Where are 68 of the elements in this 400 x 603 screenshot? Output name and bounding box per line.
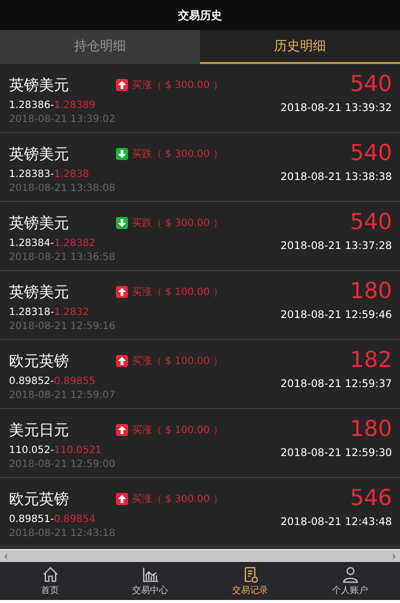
user-icon [342,566,358,582]
close-time: 2018-08-21 13:38:38 [280,171,392,183]
close-time: 2018-08-21 12:59:37 [280,378,392,390]
open-time: 2018-08-21 12:59:00 [9,459,116,470]
trade-row[interactable]: 英镑美元 买跌（ $ 300.00 ） 1.28384-1.28382 2018-08-21 13:36:58 540 2018-08-21 13:37:28 [0,202,400,271]
currency-pair: 欧元英镑 [9,490,70,508]
trade-row[interactable]: 美元日元 买涨（ $ 100.00 ） 110.052-110.0521 2018-08-21 12:59:00 180 2018-08-21 12:59:30 [0,409,400,478]
trade-type: 买涨（ $ 100.00 ） [132,354,223,368]
profit-amount: 540 [350,210,392,235]
trade-type: 买跌（ $ 300.00 ） [132,148,223,161]
trade-row[interactable]: 欧元英镑 买涨（ $ 300.00 ） 0.89851-0.89854 2018-08-21 12:43:18 546 2018-08-21 12:43:48 [0,478,400,547]
trade-type: 买涨（ $ 300.00 ） [132,78,223,92]
price-range: 1.28383-1.2838 [9,169,90,180]
scroll-right-icon[interactable] [392,552,397,560]
scroll-left-icon[interactable] [3,552,8,560]
nav-item[interactable]: 交易中心 [100,562,200,600]
open-time: 2018-08-21 12:59:07 [9,390,116,401]
trade-row[interactable]: 英镑美元 买涨（ $ 100.00 ） 1.28318-1.2832 2018-08-21 12:59:16 180 2018-08-21 12:59:46 [0,271,400,340]
trade-row[interactable]: 欧元英镑 买涨（ $ 100.00 ） 0.89852-0.89855 2018-08-21 12:59:07 182 2018-08-21 12:59:37 [0,340,400,409]
up-arrow-icon [116,355,128,367]
open-time: 2018-08-21 13:36:58 [9,252,116,263]
profit-amount: 180 [350,417,392,442]
trade-type: 买涨（ $ 300.00 ） [132,492,223,506]
currency-pair: 英镑美元 [9,76,70,94]
close-time: 2018-08-21 12:59:30 [280,447,392,459]
trade-type: 买涨（ $ 100.00 ） [132,286,223,299]
nav-item[interactable]: 首页 [0,562,100,600]
profit-amount: 540 [350,72,392,97]
open-time: 2018-08-21 12:59:16 [9,321,116,332]
scrollbar[interactable] [0,549,400,562]
price-range: 1.28318-1.2832 [9,307,90,318]
currency-pair: 欧元英镑 [9,352,70,370]
close-time: 2018-08-21 12:43:48 [280,516,392,528]
open-time: 2018-08-21 13:38:08 [9,183,116,194]
page-title: 交易历史 [178,8,222,22]
currency-pair: 英镑美元 [9,282,70,302]
profit-amount: 182 [350,348,392,373]
nav-item[interactable]: 交易记录 [200,562,300,600]
close-time: 2018-08-21 12:59:46 [280,309,392,321]
trade-type: 买跌（ $ 300.00 ） [132,216,223,230]
chart-icon [142,566,158,582]
trade-type: 买涨（ $ 100.00 ） [132,424,223,437]
close-time: 2018-08-21 13:37:28 [280,240,392,252]
profit-amount: 540 [350,141,392,166]
up-arrow-icon [116,286,128,298]
nav-item[interactable]: 个人账户 [300,562,400,600]
open-time: 2018-08-21 12:43:18 [9,528,116,539]
currency-pair: 英镑美元 [9,144,70,164]
price-range: 1.28384-1.28382 [9,238,96,249]
up-arrow-icon [116,424,128,436]
price-range: 0.89852-0.89855 [9,376,96,387]
profit-amount: 180 [350,279,392,304]
home-icon [42,566,58,582]
price-range: 110.052-110.0521 [9,445,103,456]
down-arrow-icon [116,148,128,160]
trade-row[interactable]: 英镑美元 买跌（ $ 300.00 ） 1.28383-1.2838 2018-08-21 13:38:08 540 2018-08-21 13:38:38 [0,133,400,202]
trade-row[interactable]: 英镑美元 买涨（ $ 300.00 ） 1.28386-1.28389 2018-08-21 13:39:02 540 2018-08-21 13:39:32 [0,64,400,133]
close-time: 2018-08-21 13:39:32 [280,102,392,114]
up-arrow-icon [116,79,128,91]
price-range: 0.89851-0.89854 [9,514,96,525]
open-time: 2018-08-21 13:39:02 [9,114,116,125]
price-range: 1.28386-1.28389 [9,100,96,111]
currency-pair: 美元日元 [9,420,70,440]
up-arrow-icon [116,493,128,505]
tab[interactable]: 持仓明细 [0,30,200,64]
currency-pair: 英镑美元 [9,214,70,232]
down-arrow-icon [116,217,128,229]
profit-amount: 546 [350,486,392,511]
